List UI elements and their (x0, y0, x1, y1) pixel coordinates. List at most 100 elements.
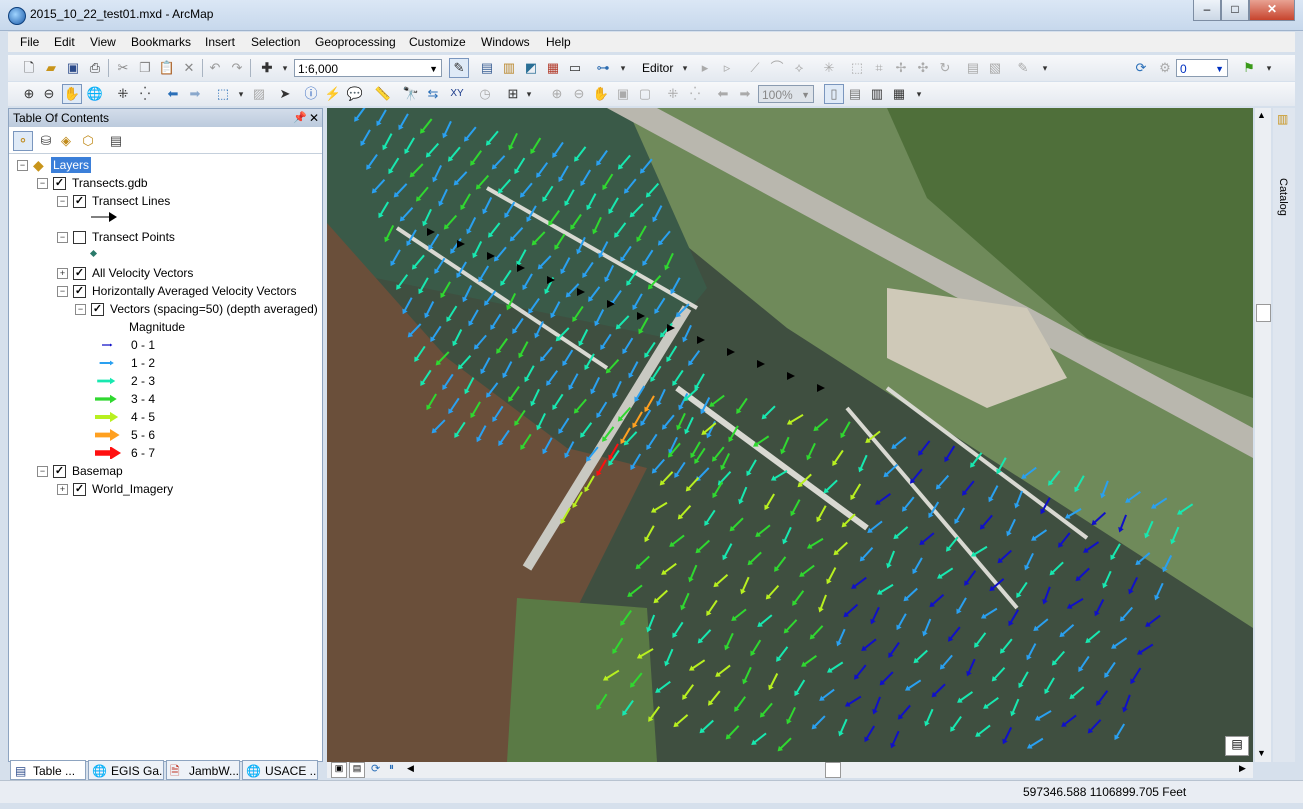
menu-insert[interactable]: Insert (205, 35, 235, 49)
select-elements-icon[interactable]: ➤ (276, 85, 294, 103)
checkbox-checked[interactable]: ✓ (73, 285, 86, 298)
menu-view[interactable]: View (90, 35, 116, 49)
fixed-zoom-out-icon[interactable]: ⁛ (136, 85, 154, 103)
paste-icon[interactable]: 📋 (158, 59, 176, 77)
expander[interactable]: + (57, 484, 68, 495)
catalog-side-tab[interactable]: ▥ Catalog (1273, 108, 1295, 762)
clear-selection-icon[interactable]: ▨ (250, 85, 268, 103)
close-button[interactable]: ✕ (1249, 0, 1295, 21)
catalog-icon[interactable]: ▥ (500, 59, 518, 77)
expander[interactable]: − (37, 178, 48, 189)
refresh-icon[interactable]: ⟳ (371, 762, 380, 775)
redo-icon[interactable]: ↷ (228, 59, 246, 77)
scroll-right-icon[interactable]: ▶ (1239, 763, 1246, 774)
chevron-down-icon[interactable]: ▾ (276, 59, 294, 77)
pause-drawing-icon[interactable]: ⏸ (389, 762, 394, 773)
full-extent-icon[interactable]: 🌐 (86, 85, 104, 103)
copy-icon[interactable]: ❐ (136, 59, 154, 77)
save-icon[interactable]: ▣ (64, 59, 82, 77)
checkbox-checked[interactable]: ✓ (73, 483, 86, 496)
undo-icon[interactable]: ↶ (206, 59, 224, 77)
html-popup-icon[interactable]: 💬 (346, 85, 364, 103)
checkbox-checked[interactable]: ✓ (73, 195, 86, 208)
menu-file[interactable]: File (20, 35, 39, 49)
layer-transect-lines[interactable]: Transect Lines (92, 193, 170, 209)
menu-bookmarks[interactable]: Bookmarks (131, 35, 191, 49)
flag-icon[interactable]: ⚑ (1240, 59, 1258, 77)
sublayer-vectors-spacing[interactable]: Vectors (spacing=50) (depth averaged) (110, 301, 318, 317)
new-document-icon[interactable]: 🗋 (20, 59, 38, 77)
data-driven-pages-icon[interactable]: ▦ (890, 85, 908, 103)
go-to-xy-icon[interactable]: XY (448, 85, 466, 103)
refresh-layer-icon[interactable]: ⟳ (1132, 59, 1150, 77)
toolbar-options-icon[interactable]: ▾ (910, 85, 928, 103)
list-by-drawing-order-icon[interactable]: ⚬ (13, 131, 33, 151)
dataframe-layers[interactable]: Layers (51, 157, 92, 173)
select-features-icon[interactable]: ⬚ (214, 85, 232, 103)
menu-help[interactable]: Help (546, 35, 571, 49)
layer-transect-points[interactable]: Transect Points (92, 229, 175, 245)
cut-icon[interactable]: ✂ (114, 59, 132, 77)
toolbar-options-icon[interactable]: ▾ (520, 85, 538, 103)
scroll-up-icon[interactable]: ▲ (1257, 110, 1266, 120)
checkbox-checked[interactable]: ✓ (73, 267, 86, 280)
layer-world-imagery[interactable]: World_Imagery (92, 481, 173, 497)
layer-horizontal-averaged-vectors[interactable]: Horizontally Averaged Velocity Vectors (92, 283, 297, 299)
python-window-icon[interactable]: ▭ (566, 59, 584, 77)
editor-toolbar-icon[interactable]: ✎ (449, 58, 469, 78)
zoom-in-icon[interactable]: ⊕ (20, 85, 38, 103)
close-icon[interactable]: ✕ (309, 109, 319, 127)
map-canvas[interactable] (327, 108, 1253, 762)
maximize-button[interactable]: □ (1221, 0, 1249, 21)
options-icon[interactable]: ▤ (107, 132, 125, 150)
checkbox-checked[interactable]: ✓ (53, 465, 66, 478)
layer-group-transects[interactable]: Transects.gdb (72, 175, 148, 191)
menu-geoprocessing[interactable]: Geoprocessing (315, 35, 396, 49)
checkbox-checked[interactable]: ✓ (91, 303, 104, 316)
checkbox-unchecked[interactable] (73, 231, 86, 244)
identify-icon[interactable]: ⓘ (302, 85, 320, 103)
menu-edit[interactable]: Edit (54, 35, 75, 49)
menu-windows[interactable]: Windows (481, 35, 530, 49)
layer-value-combo[interactable]: 0 ▼ (1176, 59, 1228, 77)
forward-extent-icon[interactable]: ➡ (186, 85, 204, 103)
toolbar-options-icon[interactable]: ▾ (1260, 59, 1278, 77)
minimize-button[interactable]: – (1193, 0, 1221, 21)
search-window-icon[interactable]: ◩ (522, 59, 540, 77)
chevron-down-icon[interactable]: ▾ (232, 85, 250, 103)
map-scale-combo[interactable]: 1:6,000 ▼ (294, 59, 442, 77)
menu-customize[interactable]: Customize (409, 35, 466, 49)
open-folder-icon[interactable]: ▰ (42, 59, 60, 77)
scroll-down-icon[interactable]: ▼ (1257, 748, 1266, 758)
editor-menu[interactable]: Editor (642, 61, 673, 75)
expander[interactable]: − (37, 466, 48, 477)
horizontal-scrollbar[interactable]: ▣ ▤ ⟳ ⏸ ◀ ▶ (327, 762, 1253, 778)
scroll-thumb[interactable] (825, 762, 841, 778)
expander[interactable]: + (57, 268, 68, 279)
menu-selection[interactable]: Selection (251, 35, 300, 49)
list-by-source-icon[interactable]: ⛁ (37, 132, 55, 150)
arctoolbox-icon[interactable]: ▦ (544, 59, 562, 77)
find-icon[interactable]: 🔭 (402, 85, 420, 103)
print-icon[interactable]: ⎙ (86, 59, 104, 77)
chevron-down-icon[interactable]: ▾ (676, 59, 694, 77)
tab-jambw[interactable]: 🗎 JambW... (166, 760, 240, 780)
expander[interactable]: − (57, 232, 68, 243)
hyperlink-icon[interactable]: ⚡ (324, 85, 342, 103)
toolbar-options-icon[interactable]: ▾ (614, 59, 632, 77)
modelbuilder-icon[interactable]: ⊶ (594, 59, 612, 77)
delete-icon[interactable]: ✕ (180, 59, 198, 77)
list-by-selection-icon[interactable]: ⬡ (79, 132, 97, 150)
table-of-contents-icon[interactable]: ▤ (478, 59, 496, 77)
tab-usace[interactable]: 🌐 USACE ... (242, 760, 318, 780)
back-extent-icon[interactable]: ⬅ (164, 85, 182, 103)
data-view-icon[interactable]: ▣ (331, 762, 347, 778)
pin-icon[interactable]: 📌 (293, 109, 307, 127)
expander[interactable]: − (17, 160, 28, 171)
pan-icon[interactable]: ✋ (62, 84, 82, 104)
zoom-out-icon[interactable]: ⊖ (40, 85, 58, 103)
time-slider-icon[interactable]: ◷ (476, 85, 494, 103)
focus-data-frame-icon[interactable]: ▤ (846, 85, 864, 103)
tab-table-of-contents[interactable]: ▤ Table ... (10, 760, 86, 780)
expander[interactable]: − (57, 286, 68, 297)
